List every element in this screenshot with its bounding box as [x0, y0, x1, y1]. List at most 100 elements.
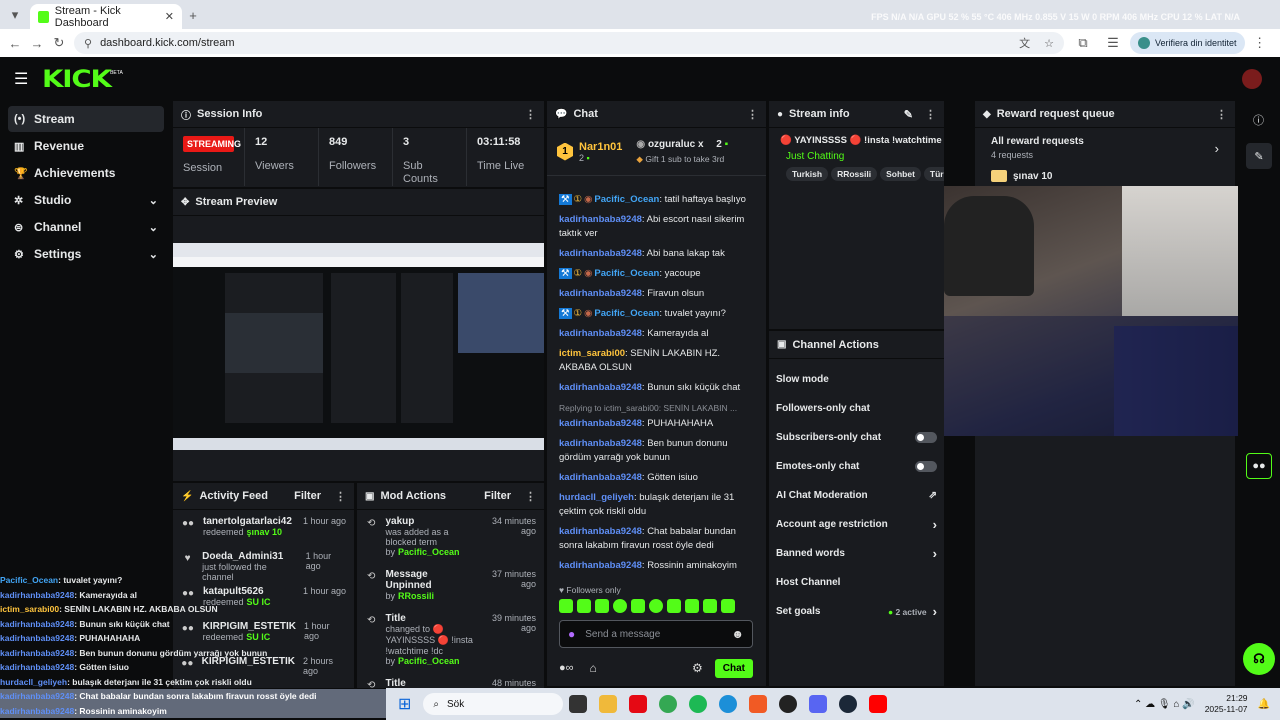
chat-username[interactable]: kadirhanbaba9248: [559, 248, 642, 259]
brave-icon[interactable]: [749, 695, 768, 713]
panel-menu-icon[interactable]: ⋮: [1216, 108, 1227, 121]
activity-user[interactable]: Doeda_Admini31: [202, 551, 297, 562]
info-icon[interactable]: ⓘ: [1253, 112, 1264, 128]
windows-start-icon[interactable]: ⊞: [398, 694, 411, 714]
browser-tab[interactable]: Stream - Kick Dashboard ✕: [30, 4, 182, 29]
close-tab-icon[interactable]: ✕: [165, 10, 174, 23]
tab-list-icon[interactable]: ▾: [4, 7, 26, 23]
site-info-icon[interactable]: ⚲: [84, 37, 92, 50]
sidebar-item-channel[interactable]: ⊜ Channel ⌄: [8, 214, 164, 240]
stream-preview-video[interactable]: [173, 243, 544, 450]
stream-tag[interactable]: RRossili: [831, 167, 878, 181]
chevron-down-icon[interactable]: ⌄: [149, 248, 158, 261]
file-explorer-icon[interactable]: [599, 695, 618, 713]
user-avatar[interactable]: [1242, 68, 1262, 89]
channel-action-host-channel[interactable]: Host Channel: [769, 568, 944, 597]
sidebar-item-stream[interactable]: (•) Stream: [8, 106, 164, 132]
bookmark-star-icon[interactable]: ☆: [1044, 37, 1054, 50]
taskbar-search[interactable]: ⌕ Sök: [423, 693, 564, 715]
chat-username[interactable]: kadirhanbaba9248: [559, 288, 642, 299]
spotify-icon[interactable]: [689, 695, 708, 713]
channel-action-subscribers-only-chat[interactable]: Subscribers-only chat: [769, 423, 944, 452]
emote-icon[interactable]: [703, 599, 717, 613]
edge-icon[interactable]: [719, 695, 738, 713]
chat-username[interactable]: kadirhanbaba9248: [559, 438, 642, 449]
points-icon[interactable]: ●∞: [559, 662, 574, 674]
chevron-down-icon[interactable]: ⌄: [149, 194, 158, 207]
stream-tag[interactable]: Sohbet: [880, 167, 921, 181]
chat-username[interactable]: kadirhanbaba9248: [559, 418, 642, 429]
mod-action-by[interactable]: RRossili: [398, 591, 434, 601]
chat-username[interactable]: kadirhanbaba9248: [559, 560, 642, 571]
translate-icon[interactable]: 文: [1019, 35, 1030, 51]
support-headset-icon[interactable]: ☊: [1243, 643, 1275, 675]
chat-username[interactable]: kadirhanbaba9248: [559, 472, 642, 483]
chevron-down-icon[interactable]: ⌄: [149, 221, 158, 234]
channel-action-account-age-restriction[interactable]: Account age restriction ›: [769, 510, 944, 539]
reward-item[interactable]: şınav 10: [975, 168, 1235, 184]
toggle-switch[interactable]: [915, 432, 937, 443]
chat-settings-gear-icon[interactable]: ⚙: [692, 661, 703, 675]
chat-input[interactable]: ● Send a message ☻: [559, 620, 753, 648]
chat-username[interactable]: ictim_sarabi00: [559, 348, 625, 359]
emoji-icon[interactable]: ☻: [731, 627, 744, 641]
tray-icons[interactable]: ⌃ ☁ 🎙 ⌂ 🔊: [1134, 699, 1195, 710]
pencil-icon[interactable]: ✎: [1246, 143, 1272, 169]
youtube-icon[interactable]: [869, 695, 888, 713]
mod-action-item[interactable]: ⟲ Message Unpinned by RRossili 37 minutes ag…: [357, 563, 544, 607]
top-gifter-name[interactable]: Nar1n01: [579, 141, 622, 153]
second-gifter-name[interactable]: ozguraluc x: [648, 139, 704, 150]
forward-icon[interactable]: →: [26, 36, 48, 51]
steam-icon[interactable]: [839, 695, 858, 713]
extensions-icon[interactable]: ⧉: [1072, 35, 1094, 51]
reload-icon[interactable]: ↻: [48, 35, 70, 51]
sidebar-item-studio[interactable]: ✲ Studio ⌄: [8, 187, 164, 213]
profile-button[interactable]: Verifiera din identitet: [1130, 32, 1245, 54]
netflix-icon[interactable]: [629, 695, 648, 713]
mod-action-item[interactable]: ⟲ Title changed to 🔴 YAYINSSSS 🔴 !insta !w…: [357, 607, 544, 672]
sidebar-item-settings[interactable]: ⚙ Settings ⌄: [8, 241, 164, 267]
obs-icon[interactable]: [779, 695, 798, 713]
category-name[interactable]: Just Chatting: [786, 151, 944, 162]
emote-icon[interactable]: [631, 599, 645, 613]
channel-action-slow-mode[interactable]: Slow mode: [769, 365, 944, 394]
emote-icon[interactable]: [649, 599, 663, 613]
gift-prompt[interactable]: Gift 1 sub to take 3rd: [645, 154, 724, 164]
emote-icon[interactable]: [721, 599, 735, 613]
emote-icon[interactable]: [685, 599, 699, 613]
chat-username[interactable]: kadirhanbaba9248: [559, 382, 642, 393]
discord-icon[interactable]: [809, 695, 828, 713]
browser-menu-icon[interactable]: ⋮: [1249, 35, 1271, 51]
emote-icon[interactable]: [595, 599, 609, 613]
stream-tag[interactable]: Turkish: [786, 167, 829, 181]
chat-username[interactable]: kadirhanbaba9248: [559, 526, 642, 537]
chat-username[interactable]: Pacific_Ocean: [594, 308, 659, 319]
channel-action-followers-only-chat[interactable]: Followers-only chat: [769, 394, 944, 423]
mod-action-by[interactable]: Pacific_Ocean: [398, 656, 460, 666]
chat-username[interactable]: kadirhanbaba9248: [559, 214, 642, 225]
emote-icon[interactable]: [559, 599, 573, 613]
activity-user[interactable]: tanertolgatarlaci42: [203, 516, 292, 527]
mod-action-by[interactable]: Pacific_Ocean: [398, 547, 460, 557]
filter-button[interactable]: Filter: [484, 490, 511, 502]
panel-menu-icon[interactable]: ⋮: [747, 108, 758, 121]
chrome-icon[interactable]: [659, 695, 678, 713]
channel-action-banned-words[interactable]: Banned words ›: [769, 539, 944, 568]
back-icon[interactable]: ←: [4, 36, 26, 51]
channel-action-ai-chat-moderation[interactable]: AI Chat Moderation ⇗: [769, 481, 944, 510]
panel-menu-icon[interactable]: ⋮: [335, 490, 346, 503]
chat-username[interactable]: kadirhanbaba9248: [559, 328, 642, 339]
channel-action-set-goals[interactable]: Set goals ● 2 active ›: [769, 597, 944, 626]
new-tab-icon[interactable]: +: [182, 8, 204, 23]
hamburger-menu-icon[interactable]: ☰: [14, 69, 28, 89]
task-view-icon[interactable]: [569, 695, 588, 713]
chat-username[interactable]: Pacific_Ocean: [594, 268, 659, 279]
panel-menu-icon[interactable]: ⋮: [925, 108, 936, 121]
sidebar-item-achievements[interactable]: 🏆 Achievements: [8, 160, 164, 186]
send-chat-button[interactable]: Chat: [714, 658, 753, 678]
panel-menu-icon[interactable]: ⋮: [525, 490, 536, 503]
mic-icon[interactable]: ●: [568, 627, 575, 641]
panel-menu-icon[interactable]: ⋮: [525, 108, 536, 121]
emote-icon[interactable]: [577, 599, 591, 613]
edit-icon[interactable]: ✎: [904, 108, 913, 121]
